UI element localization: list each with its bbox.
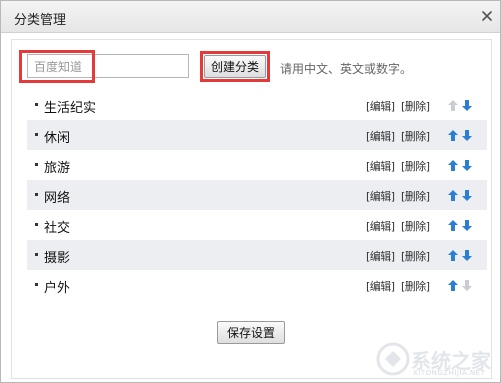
category-row: 网络 [编辑] [删除] — [27, 180, 487, 210]
delete-link[interactable]: [删除] — [401, 128, 430, 144]
category-row: 休闲 [编辑] [删除] — [27, 120, 487, 150]
bullet-icon — [35, 283, 38, 286]
move-up-arrow-icon[interactable] — [447, 219, 459, 232]
category-row: 摄影 [编辑] [删除] — [27, 240, 487, 270]
category-name-input[interactable] — [27, 54, 189, 78]
category-name: 旅游 — [44, 161, 71, 176]
move-down-arrow-icon[interactable] — [461, 189, 473, 202]
category-row: 生活纪实 [编辑] [删除] — [27, 90, 487, 120]
edit-link[interactable]: [编辑] — [366, 188, 395, 204]
delete-link[interactable]: [删除] — [401, 158, 430, 174]
category-name: 户外 — [44, 281, 71, 296]
edit-link[interactable]: [编辑] — [366, 278, 395, 294]
move-down-arrow-icon — [461, 279, 473, 292]
category-name: 网络 — [44, 191, 71, 206]
category-name: 社交 — [44, 221, 71, 236]
bullet-icon — [35, 133, 38, 136]
delete-link[interactable]: [删除] — [401, 188, 430, 204]
category-row: 旅游 [编辑] [删除] — [27, 150, 487, 180]
bullet-icon — [35, 103, 38, 106]
bullet-icon — [35, 163, 38, 166]
category-row: 社交 [编辑] [删除] — [27, 210, 487, 240]
create-category-button[interactable]: 创建分类 — [204, 55, 266, 78]
bullet-icon — [35, 193, 38, 196]
move-up-arrow-icon — [447, 99, 459, 112]
category-name: 摄影 — [44, 251, 71, 266]
save-settings-button[interactable]: 保存设置 — [217, 321, 285, 344]
delete-link[interactable]: [删除] — [401, 98, 430, 114]
category-list: 生活纪实 [编辑] [删除] 休闲 [编辑] [删除] 旅游 [编辑] [删除] 网络 [编辑] [删… — [27, 90, 487, 300]
move-up-arrow-icon[interactable] — [447, 129, 459, 142]
dialog-titlebar: 分类管理 — [1, 1, 500, 33]
category-name: 休闲 — [44, 131, 71, 146]
move-down-arrow-icon[interactable] — [461, 129, 473, 142]
move-down-arrow-icon[interactable] — [461, 99, 473, 112]
move-up-arrow-icon[interactable] — [447, 279, 459, 292]
edit-link[interactable]: [编辑] — [366, 128, 395, 144]
move-up-arrow-icon[interactable] — [447, 159, 459, 172]
edit-link[interactable]: [编辑] — [366, 158, 395, 174]
move-up-arrow-icon[interactable] — [447, 249, 459, 262]
move-down-arrow-icon[interactable] — [461, 249, 473, 262]
edit-link[interactable]: [编辑] — [366, 218, 395, 234]
dialog-title: 分类管理 — [14, 13, 67, 28]
delete-link[interactable]: [删除] — [401, 218, 430, 234]
move-down-arrow-icon[interactable] — [461, 219, 473, 232]
move-down-arrow-icon[interactable] — [461, 159, 473, 172]
bullet-icon — [35, 253, 38, 256]
category-manager-dialog: 分类管理 创建分类 请用中文、英文或数字。 生活纪实 [编辑] [删除] 休闲 [编辑]… — [0, 0, 501, 383]
delete-link[interactable]: [删除] — [401, 248, 430, 264]
input-hint: 请用中文、英文或数字。 — [280, 62, 413, 76]
delete-link[interactable]: [删除] — [401, 278, 430, 294]
move-up-arrow-icon[interactable] — [447, 189, 459, 202]
category-row: 户外 [编辑] [删除] — [27, 270, 487, 300]
category-name: 生活纪实 — [44, 101, 97, 116]
close-icon[interactable] — [479, 8, 495, 24]
edit-link[interactable]: [编辑] — [366, 98, 395, 114]
edit-link[interactable]: [编辑] — [366, 248, 395, 264]
bullet-icon — [35, 223, 38, 226]
